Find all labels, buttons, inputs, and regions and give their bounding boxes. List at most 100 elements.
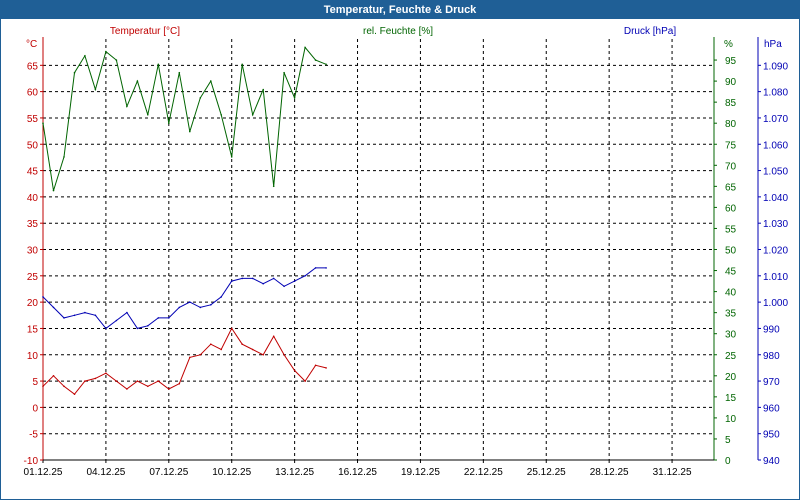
temperature-tick-label: -10 [24,456,39,467]
humidity-tick-label: 65 [725,182,737,193]
pressure-data-point [136,327,139,330]
humidity-tick-label: 90 [725,77,737,88]
temperature-data-point [314,364,317,367]
temperature-tick-label: 10 [27,351,39,362]
humidity-tick-label: 95 [725,56,737,67]
humidity-data-point [157,63,160,66]
humidity-tick-label: 25 [725,351,737,362]
pressure-tick-label: 1.020 [763,246,788,257]
pressure-data-point [157,317,160,319]
humidity-data-point [325,63,327,66]
humidity-tick-label: 85 [725,98,737,109]
pressure-data-point [220,296,222,298]
pressure-tick-label: 1.070 [763,114,788,125]
pressure-tick-label: 990 [763,324,780,335]
humidity-data-point [63,156,65,158]
humidity-data-point [178,71,181,74]
x-tick-label: 04.12.25 [86,467,125,478]
pressure-data-point [251,277,254,280]
series [42,46,327,396]
temperature-tick-label: 45 [27,167,39,178]
humidity-data-point [94,88,97,91]
temperature-data-point [94,377,97,380]
pressure-tick-label: 1.040 [763,193,788,204]
humidity-data-point [189,130,191,133]
pressure-tick-label: 1.050 [763,167,788,178]
temperature-data-point [115,380,118,382]
humidity-data-point [42,122,44,124]
humidity-data-point [293,97,296,99]
pressure-data-point [52,306,55,309]
axes [42,37,759,461]
x-tick-label: 07.12.25 [149,467,188,478]
humidity-tick-label: 45 [725,267,737,278]
temperature-tick-label: 25 [27,272,39,283]
temperature-data-point [168,388,170,390]
x-tick-label: 25.12.25 [527,467,566,478]
temperature-tick-label: 0 [32,403,38,414]
pressure-data-point [293,280,296,282]
pressure-data-point [84,311,86,314]
humidity-data-point [262,88,265,91]
humidity-tick-label: 5 [725,435,731,446]
x-tick-label: 22.12.25 [464,467,503,478]
temperature-data-point [283,354,285,356]
x-tick-label: 16.12.25 [338,467,377,478]
temperature-data-point [199,354,202,356]
pressure-tick-label: 960 [763,403,780,414]
pressure-data-point [241,277,243,280]
pressure-data-point [283,285,285,288]
pressure-series-line [42,267,327,330]
humidity-data-point [136,80,139,82]
temperature-data-point [63,385,65,388]
pressure-data-point [94,314,97,317]
humidity-axis-unit: % [724,39,733,50]
tick-labels: 01.12.25 04.12.25 07.12.25 10.12.25 13.12.25… [24,56,789,478]
temperature-data-point [262,354,265,356]
x-tick-label: 19.12.25 [401,467,440,478]
humidity-data-point [230,156,233,158]
humidity-axis-label: rel. Feuchte [%] [363,26,433,37]
humidity-data-point [168,122,170,124]
humidity-tick-label: 60 [725,203,737,214]
temperature-data-point [147,385,149,388]
pressure-tick-label: 1.030 [763,219,788,230]
temperature-series-line [42,327,327,395]
humidity-data-point [105,50,107,53]
temperature-data-point [325,367,327,369]
humidity-tick-label: 35 [725,309,737,320]
pressure-tick-label: 950 [763,430,780,441]
humidity-data-point [304,46,306,49]
chart-canvas: 01.12.25 04.12.25 07.12.25 10.12.25 13.12.25… [24,26,789,478]
humidity-tick-label: 75 [725,140,737,151]
temperature-data-point [293,369,296,372]
pressure-tick-label: 1.080 [763,88,788,99]
pressure-data-point [126,311,128,314]
temperature-tick-label: 40 [27,193,39,204]
temperature-tick-label: 15 [27,324,39,335]
temperature-tick-label: 5 [32,377,38,388]
temperature-tick-label: 65 [27,61,39,72]
pressure-axis-label: Druck [hPa] [624,26,676,37]
temperature-tick-label: 30 [27,246,39,257]
pressure-data-point [304,275,306,277]
pressure-tick-label: 940 [763,456,780,467]
humidity-data-point [115,59,118,61]
temperature-tick-label: -5 [29,430,38,441]
pressure-data-point [42,296,44,298]
humidity-series-line [42,46,327,191]
temperature-data-point [272,335,275,338]
humidity-tick-label: 40 [725,288,737,299]
pressure-data-point [147,325,149,327]
temperature-axis-label: Temperatur [°C] [110,26,180,37]
temperature-tick-label: 20 [27,298,39,309]
pressure-tick-label: 980 [763,351,780,362]
x-tick-label: 31.12.25 [653,467,692,478]
temperature-tick-label: 35 [27,219,39,230]
humidity-data-point [314,59,317,61]
humidity-tick-label: 30 [725,330,737,341]
pressure-data-point [272,277,275,280]
pressure-tick-label: 1.000 [763,298,788,309]
humidity-data-point [272,185,275,188]
x-tick-label: 01.12.25 [24,467,63,478]
